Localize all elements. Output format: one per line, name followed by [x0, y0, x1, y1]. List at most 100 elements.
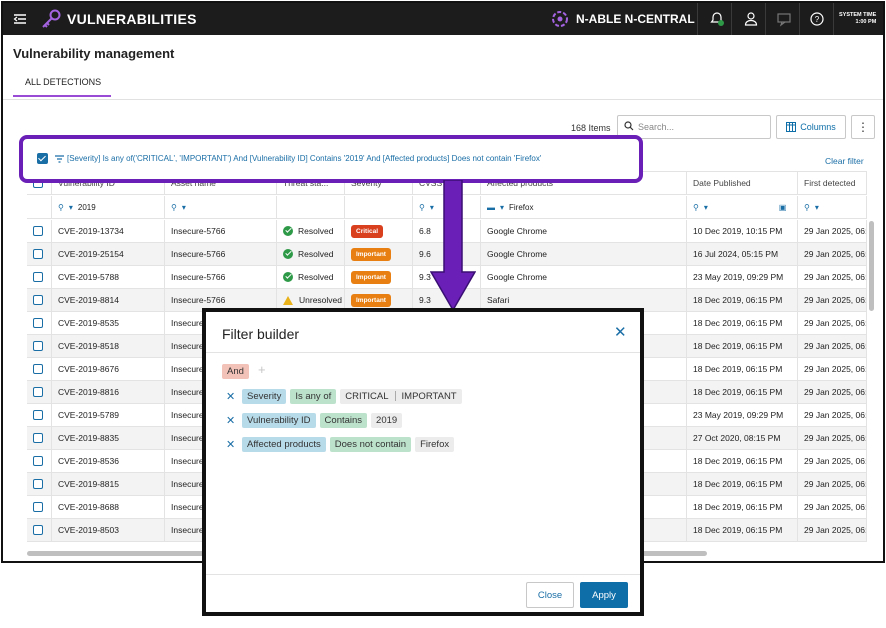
row-checkbox[interactable]	[33, 341, 43, 351]
cell-vulnerability-id[interactable]: CVE-2019-5788	[52, 266, 165, 288]
cell-first-detected: 29 Jan 2025, 06:0	[798, 243, 867, 265]
tab-all-detections[interactable]: ALL DETECTIONS	[13, 77, 112, 97]
cell-first-detected: 29 Jan 2025, 06:0	[798, 335, 867, 357]
cell-vulnerability-id[interactable]: CVE-2019-13734	[52, 220, 165, 242]
remove-rule-icon[interactable]: ✕	[226, 438, 238, 451]
cell-threat-status: Resolved	[277, 243, 345, 265]
first-detected-filter[interactable]: ⚲ ▾	[798, 196, 867, 218]
rule-operator-chip[interactable]: Is any of	[290, 388, 337, 404]
clear-filter-link[interactable]: Clear filter	[825, 156, 864, 166]
remove-rule-icon[interactable]: ✕	[226, 414, 238, 427]
cell-date-published: 18 Dec 2019, 06:15 PM	[687, 289, 798, 311]
cell-affected-product: Google Chrome	[481, 266, 687, 288]
row-checkbox[interactable]	[33, 456, 43, 466]
close-icon[interactable]: ✕	[614, 325, 627, 340]
chat-icon[interactable]	[776, 11, 792, 27]
cell-date-published: 18 Dec 2019, 06:15 PM	[687, 496, 798, 518]
asset-filter[interactable]: ⚲ ▾	[165, 196, 277, 218]
brand-logo-icon	[549, 8, 571, 30]
columns-button[interactable]: Columns	[776, 115, 846, 139]
cell-vulnerability-id[interactable]: CVE-2019-8535	[52, 312, 165, 334]
user-icon[interactable]	[743, 11, 759, 27]
row-select-cell	[27, 335, 52, 357]
collapse-menu-icon[interactable]	[9, 9, 31, 29]
row-checkbox[interactable]	[33, 318, 43, 328]
rule-value: Firefox	[420, 438, 450, 450]
row-checkbox[interactable]	[33, 226, 43, 236]
rule-operator-chip[interactable]: Does not contain	[329, 436, 412, 452]
cell-date-published: 18 Dec 2019, 06:15 PM	[687, 358, 798, 380]
rule-value-chip[interactable]: 2019	[371, 412, 403, 428]
filter-expression[interactable]: [Severity] Is any of('CRITICAL', 'IMPORT…	[67, 154, 541, 163]
row-select-cell	[27, 404, 52, 426]
cell-vulnerability-id[interactable]: CVE-2019-8503	[52, 519, 165, 541]
published-filter[interactable]: ⚲ ▾ ▣	[687, 196, 798, 218]
row-select-cell	[27, 496, 52, 518]
remove-rule-icon[interactable]: ✕	[226, 390, 238, 403]
vuln-id-filter-value: 2019	[77, 202, 96, 212]
row-select-cell	[27, 519, 52, 541]
row-checkbox[interactable]	[33, 410, 43, 420]
threat-status-text: Unresolved	[299, 295, 342, 305]
search-icon: ⚲	[804, 202, 810, 212]
divider	[206, 352, 640, 353]
row-checkbox[interactable]	[33, 433, 43, 443]
row-select-cell	[27, 220, 52, 242]
cell-date-published: 18 Dec 2019, 06:15 PM	[687, 312, 798, 334]
calendar-icon[interactable]: ▣	[779, 203, 787, 212]
cell-vulnerability-id[interactable]: CVE-2019-8814	[52, 289, 165, 311]
cell-vulnerability-id[interactable]: CVE-2019-8835	[52, 427, 165, 449]
cell-vulnerability-id[interactable]: CVE-2019-25154	[52, 243, 165, 265]
cell-first-detected: 29 Jan 2025, 06:0	[798, 404, 867, 426]
rule-value-chip[interactable]: CRITICAL IMPORTANT	[340, 388, 462, 404]
cell-first-detected: 29 Jan 2025, 06:0	[798, 266, 867, 288]
rule-field-chip[interactable]: Affected products	[242, 436, 326, 452]
add-condition-button[interactable]: +	[258, 362, 266, 377]
row-checkbox[interactable]	[33, 249, 43, 259]
row-checkbox[interactable]	[33, 502, 43, 512]
row-checkbox[interactable]	[33, 387, 43, 397]
row-checkbox[interactable]	[33, 295, 43, 305]
rule-field-chip[interactable]: Vulnerability ID	[242, 412, 316, 428]
rule-field-chip[interactable]: Severity	[242, 388, 287, 404]
divider	[206, 574, 640, 575]
page-title: Vulnerability management	[13, 46, 175, 61]
divider	[833, 3, 834, 35]
cell-vulnerability-id[interactable]: CVE-2019-8815	[52, 473, 165, 495]
vuln-id-filter[interactable]: ⚲ ▾ 2019	[52, 196, 165, 218]
close-button[interactable]: Close	[526, 582, 574, 608]
vertical-scrollbar[interactable]	[869, 221, 874, 311]
search-input[interactable]	[638, 119, 766, 135]
row-checkbox[interactable]	[33, 525, 43, 535]
row-checkbox[interactable]	[33, 364, 43, 374]
cell-vulnerability-id[interactable]: CVE-2019-8536	[52, 450, 165, 472]
cell-vulnerability-id[interactable]: CVE-2019-8518	[52, 335, 165, 357]
header-first-detected[interactable]: First detected	[798, 172, 867, 194]
help-icon[interactable]: ?	[809, 11, 825, 27]
cell-vulnerability-id[interactable]: CVE-2019-8688	[52, 496, 165, 518]
cell-vulnerability-id[interactable]: CVE-2019-8676	[52, 358, 165, 380]
row-select-cell	[27, 427, 52, 449]
products-filter[interactable]: ▬ ▾ Firefox	[481, 196, 687, 218]
notification-bell-icon[interactable]	[709, 11, 725, 27]
rule-value-chip[interactable]: Firefox	[415, 436, 455, 452]
value-separator	[394, 390, 396, 401]
row-checkbox[interactable]	[33, 272, 43, 282]
header-date-published[interactable]: Date Published	[687, 172, 798, 194]
active-filter-bar[interactable]: [Severity] Is any of('CRITICAL', 'IMPORT…	[19, 135, 643, 183]
cell-date-published: 27 Oct 2020, 08:15 PM	[687, 427, 798, 449]
threat-status-text: Resolved	[298, 249, 334, 259]
filter-enabled-checkbox[interactable]	[37, 153, 48, 164]
cell-vulnerability-id[interactable]: CVE-2019-8816	[52, 381, 165, 403]
row-select-cell	[27, 381, 52, 403]
conjunction-chip[interactable]: And	[222, 364, 249, 379]
cell-vulnerability-id[interactable]: CVE-2019-5789	[52, 404, 165, 426]
severity-badge: Important	[351, 247, 391, 261]
row-checkbox[interactable]	[33, 479, 43, 489]
cell-asset-name: Insecure-5766	[165, 266, 277, 288]
more-options-button[interactable]: ⋮	[851, 115, 875, 139]
search-box[interactable]	[617, 115, 771, 139]
rule-operator-chip[interactable]: Contains	[319, 412, 368, 428]
apply-button[interactable]: Apply	[580, 582, 628, 608]
cell-date-published: 23 May 2019, 09:29 PM	[687, 266, 798, 288]
